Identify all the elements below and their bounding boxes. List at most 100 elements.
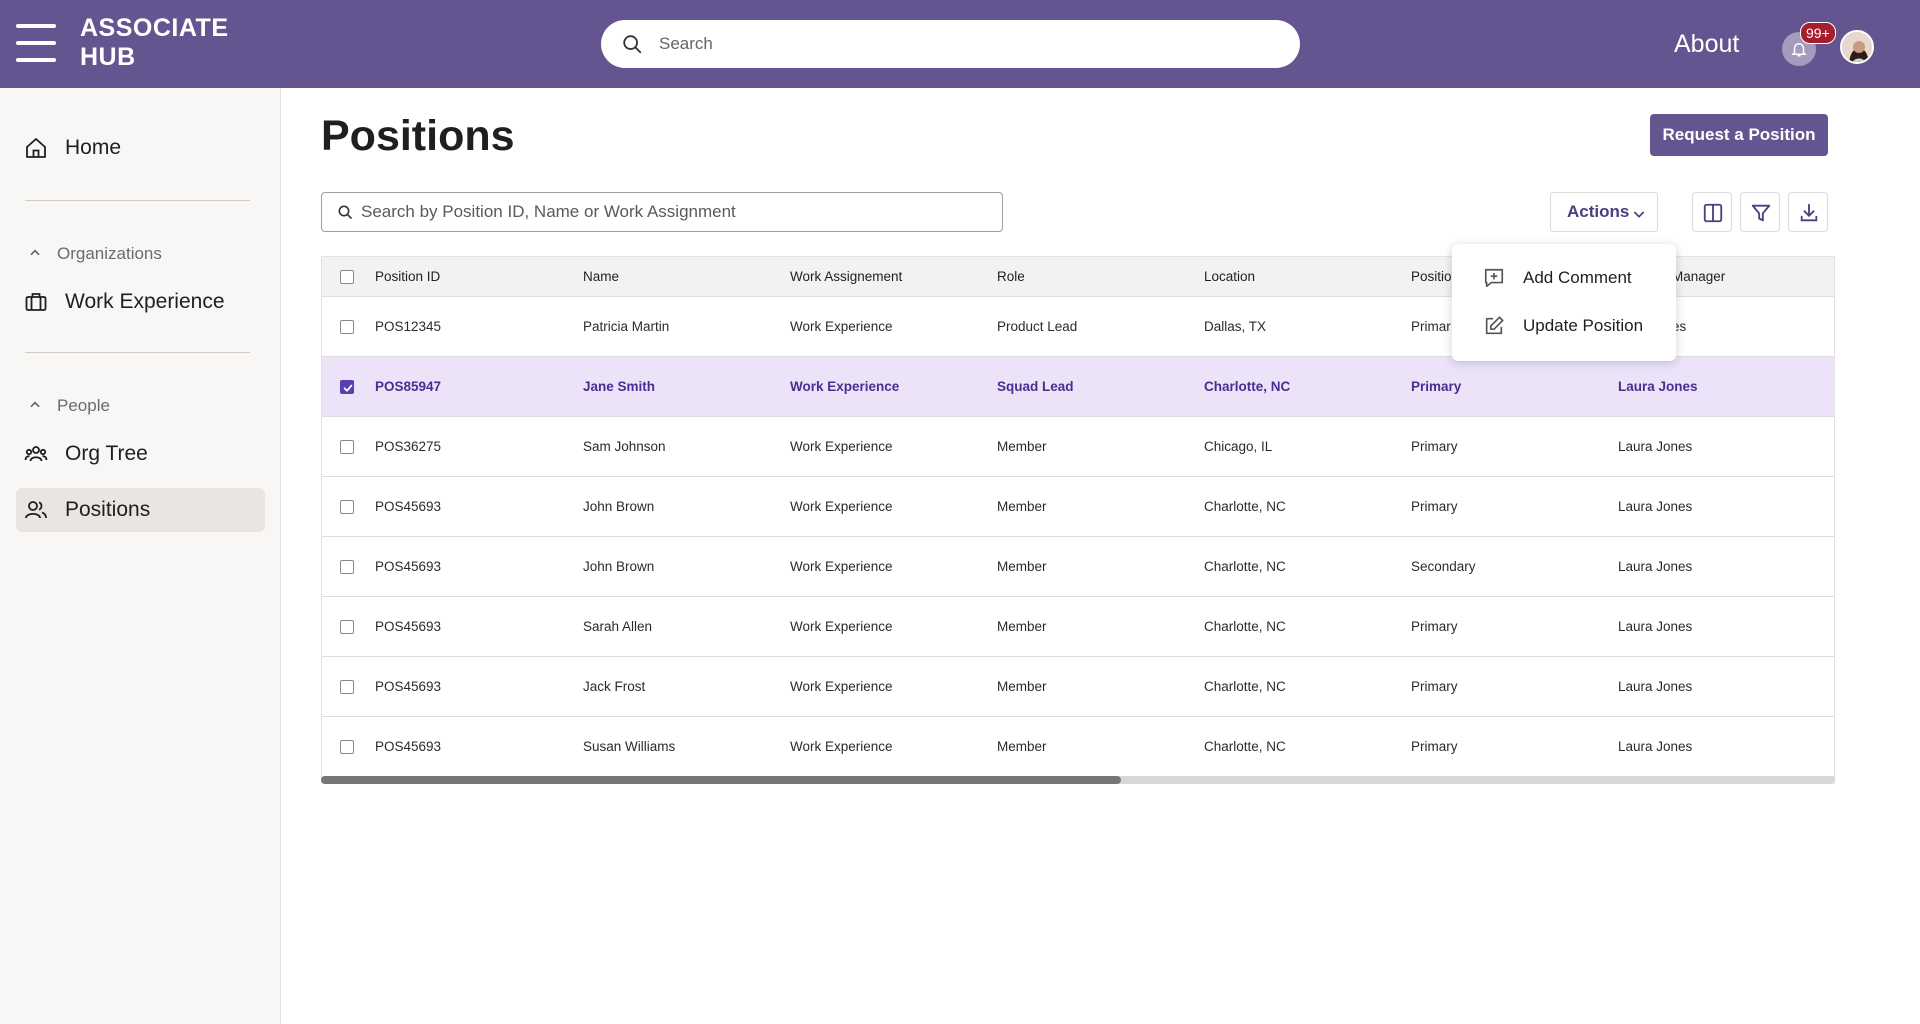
check-icon (343, 384, 353, 392)
cell-position-type: Primar (1411, 319, 1451, 334)
cell-location: Charlotte, NC (1204, 559, 1286, 574)
row-checkbox[interactable] (340, 320, 354, 334)
column-header-location[interactable]: Location (1204, 269, 1255, 285)
cell-position-type: Primary (1411, 739, 1458, 754)
cell-work-assignment: Work Experience (790, 379, 900, 394)
org-tree-icon (24, 446, 48, 462)
sidebar-item-positions[interactable]: Positions (16, 488, 265, 532)
cell-position-type: Primary (1411, 379, 1462, 394)
column-header-position-id[interactable]: Position ID (375, 269, 440, 285)
table-horizontal-scrollbar[interactable] (321, 776, 1835, 784)
notification-badge: 99+ (1800, 22, 1836, 44)
table-row[interactable]: POS45693 John Brown Work Experience Memb… (322, 537, 1834, 597)
filter-button[interactable] (1740, 192, 1780, 232)
scrollbar-thumb[interactable] (321, 776, 1121, 784)
columns-button[interactable] (1692, 192, 1732, 232)
cell-role: Member (997, 439, 1047, 454)
cell-role: Squad Lead (997, 379, 1074, 394)
table-row[interactable]: POS36275 Sam Johnson Work Experience Mem… (322, 417, 1834, 477)
cell-position-type: Primary (1411, 679, 1458, 694)
column-header-manager[interactable]: Manager (1672, 269, 1725, 285)
cell-work-assignment: Work Experience (790, 619, 893, 634)
cell-work-assignment: Work Experience (790, 319, 893, 334)
menu-item-label: Update Position (1523, 316, 1644, 335)
cell-name: Sam Johnson (583, 439, 666, 454)
cell-manager: Laura Jones (1618, 439, 1693, 454)
cell-location: Charlotte, NC (1204, 619, 1286, 634)
cell-manager: Laura Jones (1618, 499, 1693, 514)
actions-label: Actions (1567, 202, 1630, 221)
sidebar: Home Organizations Work Experience Peopl… (0, 88, 281, 1024)
table-row-selected[interactable]: POS85947 Jane Smith Work Experience Squa… (322, 357, 1834, 417)
actions-button[interactable]: Actions (1550, 192, 1658, 232)
select-all-checkbox[interactable] (340, 270, 354, 284)
cell-name: Jack Frost (583, 679, 646, 694)
sidebar-item-home[interactable]: Home (16, 126, 265, 170)
menu-item-update-position[interactable]: Update Position (1452, 304, 1676, 348)
brand-logo[interactable]: ASSOCIATE HUB (80, 14, 240, 72)
table-row[interactable]: POS45693 John Brown Work Experience Memb… (322, 477, 1834, 537)
cell-role: Member (997, 559, 1047, 574)
cell-role: Member (997, 499, 1047, 514)
cell-position-id: POS45693 (375, 499, 442, 514)
about-link[interactable]: About (1674, 29, 1739, 59)
row-checkbox[interactable] (340, 740, 354, 754)
table-row[interactable]: POS45693 Sarah Allen Work Experience Mem… (322, 597, 1834, 657)
search-icon (623, 35, 642, 54)
cell-position-type: Primary (1411, 499, 1458, 514)
cell-work-assignment: Work Experience (790, 499, 893, 514)
briefcase-icon (25, 293, 47, 311)
cell-location: Charlotte, NC (1204, 679, 1286, 694)
column-header-work-assignment[interactable]: Work Assignement (790, 269, 902, 285)
cell-position-type: Primary (1411, 439, 1458, 454)
search-icon (338, 205, 352, 219)
chevron-up-icon (30, 249, 40, 256)
avatar-image (1842, 32, 1872, 62)
add-comment-icon (1484, 268, 1504, 288)
cell-name: Patricia Martin (583, 319, 670, 334)
cell-position-type: Secondary (1411, 559, 1476, 574)
cell-position-id: POS45693 (375, 739, 442, 754)
row-checkbox[interactable] (340, 500, 354, 514)
brand-line-1: ASSOCIATE (80, 14, 229, 42)
cell-position-id: POS45693 (375, 619, 442, 634)
filter-icon (1751, 204, 1771, 222)
sidebar-item-work-experience[interactable]: Work Experience (16, 280, 265, 324)
request-position-button[interactable]: Request a Position (1650, 114, 1828, 156)
column-header-role[interactable]: Role (997, 269, 1025, 285)
cell-location: Chicago, IL (1204, 439, 1273, 454)
cell-position-type: Primary (1411, 619, 1458, 634)
row-checkbox[interactable] (340, 440, 354, 454)
cell-location: Charlotte, NC (1204, 379, 1291, 394)
cell-location: Dallas, TX (1204, 319, 1267, 334)
cell-work-assignment: Work Experience (790, 439, 893, 454)
sidebar-item-org-tree[interactable]: Org Tree (16, 432, 265, 476)
chevron-up-icon (30, 401, 40, 408)
menu-icon[interactable] (16, 22, 56, 62)
top-bar: ASSOCIATE HUB About 99+ (0, 0, 1920, 88)
global-search-input[interactable] (659, 20, 1269, 68)
cell-position-id: POS45693 (375, 679, 442, 694)
cell-role: Product Lead (997, 319, 1078, 334)
menu-item-label: Add Comment (1523, 268, 1632, 287)
row-checkbox[interactable] (340, 560, 354, 574)
avatar[interactable] (1840, 30, 1874, 64)
menu-item-add-comment[interactable]: Add Comment (1452, 256, 1676, 300)
table-row[interactable]: POS45693 Susan Williams Work Experience … (322, 717, 1834, 777)
table-search (321, 192, 1003, 232)
row-checkbox[interactable] (340, 620, 354, 634)
row-checkbox[interactable] (340, 380, 354, 394)
cell-manager: Laura Jones (1618, 379, 1698, 394)
table-row[interactable]: POS45693 Jack Frost Work Experience Memb… (322, 657, 1834, 717)
column-header-position-type[interactable]: Positio (1411, 269, 1452, 285)
actions-menu: Add Comment Update Position (1452, 244, 1676, 361)
cell-name: John Brown (583, 559, 655, 574)
row-checkbox[interactable] (340, 680, 354, 694)
download-button[interactable] (1788, 192, 1828, 232)
table-search-input[interactable] (361, 193, 991, 231)
column-header-name[interactable]: Name (583, 269, 619, 285)
cell-position-id: POS45693 (375, 559, 442, 574)
cell-position-id: POS36275 (375, 439, 442, 454)
columns-icon (1703, 203, 1723, 223)
sidebar-item-label: Work Experience (65, 290, 225, 313)
